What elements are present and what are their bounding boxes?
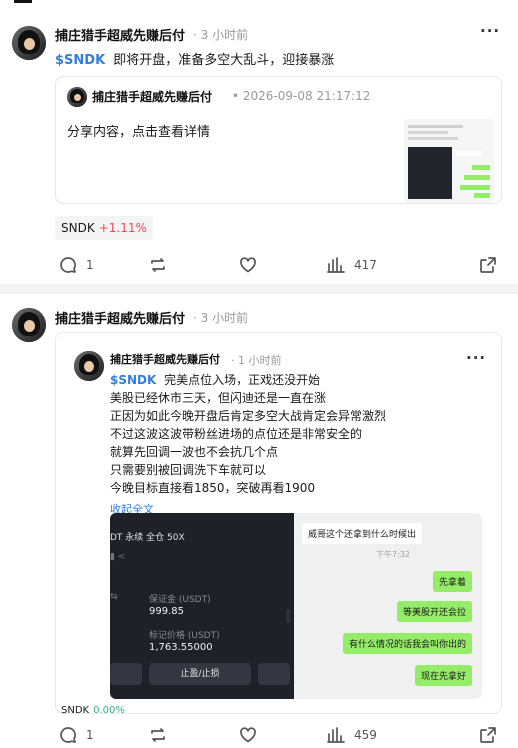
quoted-post-thumbnail[interactable] [404, 119, 494, 203]
stock-tag[interactable]: $SNDK [110, 373, 156, 387]
content-line: 只需要别被回调洗下车就可以 [110, 463, 267, 477]
chat-message-incoming: 威哥这个还拿到什么时候出 [302, 523, 423, 544]
chat-message-outgoing: 先拿着 [432, 571, 472, 592]
post-actions: 1 417 [0, 254, 518, 278]
margin-value: 999.85 [149, 606, 184, 617]
repost-icon [151, 728, 165, 742]
blank-button [110, 663, 142, 685]
post-body-text: 即将开盘，准备多空大乱斗，迎接暴涨 [113, 53, 335, 68]
stock-quote-pill[interactable]: SNDK 0.00% [55, 704, 131, 718]
comment-icon [60, 257, 76, 273]
post-body: $SNDK 即将开盘，准备多空大乱斗，迎接暴涨 [55, 49, 334, 68]
chat-message-outgoing: 现在先拿好 [414, 665, 472, 686]
stock-symbol: SNDK [61, 705, 90, 716]
heart-icon [240, 727, 256, 743]
comment-button[interactable]: 1 [58, 254, 94, 276]
top-bar-edge [14, 0, 32, 8]
repost-button[interactable] [148, 254, 168, 276]
share-button[interactable] [478, 254, 498, 276]
margin-label: 保证金 (USDT) [149, 595, 211, 605]
like-button[interactable] [238, 254, 258, 276]
blank-button [258, 663, 290, 685]
content-line-text: 完美点位入场，正戏还没开始 [164, 373, 321, 387]
post-divider [0, 284, 518, 294]
stock-tag[interactable]: $SNDK [55, 53, 105, 68]
embedded-more-icon[interactable]: ··· [466, 349, 486, 367]
share-icon [480, 257, 496, 273]
stock-change: +1.11% [98, 221, 147, 235]
repost-icon [151, 258, 165, 272]
embedded-post-card[interactable]: 捕庄猎手超威先赚后付 · 1 小时前 ··· $SNDK 完美点位入场，正戏还没… [55, 332, 502, 714]
more-options-icon[interactable]: ··· [480, 22, 500, 40]
chat-message-outgoing: 有什么情况的话我会叫你出的 [342, 633, 472, 654]
share-icon [480, 727, 496, 743]
views-stat: 459 [326, 724, 377, 746]
bar-chart-icon [327, 257, 345, 273]
view-count: 417 [354, 258, 377, 272]
author-name[interactable]: 捕庄猎手超威先赚后付 [55, 308, 185, 327]
quoted-post-text: 分享内容，点击查看详情 [67, 125, 211, 140]
quoted-author-name: 捕庄猎手超威先赚后付 [92, 90, 213, 104]
comment-count: 1 [86, 728, 94, 742]
content-line: 正因为如此今晚开盘后肯定多空大战肯定会异常激烈 [110, 409, 387, 423]
trade-header: DT 永续 全仓 50X [110, 533, 185, 543]
post-time: · 3 小时前 [193, 311, 249, 325]
feed-post-1[interactable]: 捕庄猎手超威先赚后付 · 3 小时前 ··· $SNDK 即将开盘，准备多空大乱… [0, 10, 518, 292]
author-name[interactable]: 捕庄猎手超威先赚后付 [55, 25, 185, 44]
bar-chart-icon [327, 727, 345, 743]
post-time: · 3 小时前 [193, 28, 249, 42]
comment-icon [60, 727, 76, 743]
content-line: 就算先回调一波也不会抗几个点 [110, 445, 279, 459]
views-stat: 417 [326, 254, 377, 276]
chat-message-outgoing: 等美股开还会拉 [396, 601, 472, 622]
comment-count: 1 [86, 258, 94, 272]
mark-price-label: 标记价格 (USDT) [149, 631, 220, 641]
like-button[interactable] [238, 724, 258, 746]
stock-symbol: SNDK [61, 221, 95, 235]
content-line: $SNDK 完美点位入场，正戏还没开始 [110, 371, 320, 388]
comment-button[interactable]: 1 [58, 724, 94, 746]
author-avatar[interactable] [12, 26, 46, 60]
view-count: 459 [354, 728, 377, 742]
trade-screenshot[interactable]: DT 永续 全仓 50X ▮ < ⇆ 保证金 (USDT) 999.85 标记价… [110, 513, 294, 699]
equals-glyph-icon: ⇆ [110, 592, 118, 602]
author-avatar[interactable] [12, 308, 46, 342]
chat-timestamp: 下午7:32 [376, 550, 410, 559]
feed-post-2[interactable]: 捕庄猎手超威先赚后付 · 3 小时前 捕庄猎手超威先赚后付 · 1 小时前 ··… [0, 294, 518, 748]
stock-quote-pill[interactable]: SNDK +1.11% [55, 216, 153, 240]
heart-icon [240, 257, 256, 273]
mark-price-value: 1,763.55000 [149, 642, 213, 653]
take-profit-stop-loss-button: 止盈/止损 [149, 663, 251, 685]
stock-change: 0.00% [93, 705, 125, 716]
quoted-post-time: • 2026-09-08 21:17:12 [232, 89, 371, 103]
share-glyph-icon: ▮ < [110, 552, 126, 562]
chat-screenshot[interactable]: 威哥这个还拿到什么时候出 下午7:32 先拿着 等美股开还会拉 有什么情况的话我… [294, 513, 482, 699]
quoted-post-card[interactable]: 捕庄猎手超威先赚后付 • 2026-09-08 21:17:12 分享内容，点击… [55, 76, 502, 204]
content-line: 不过这波这波带粉丝进场的点位还是非常安全的 [110, 427, 363, 441]
post-actions: 1 459 [0, 724, 518, 748]
content-line: 美股已经休市三天，但闪迪还是一直在涨 [110, 391, 327, 405]
embedded-post-time: · 1 小时前 [231, 354, 282, 367]
content-line: 今晚目标直接看1850，突破再看1900 [110, 481, 316, 495]
share-button[interactable] [478, 724, 498, 746]
embedded-author-avatar [74, 351, 104, 381]
quoted-author-avatar [67, 87, 87, 107]
repost-button[interactable] [148, 724, 168, 746]
embedded-author-name: 捕庄猎手超威先赚后付 [110, 353, 220, 366]
